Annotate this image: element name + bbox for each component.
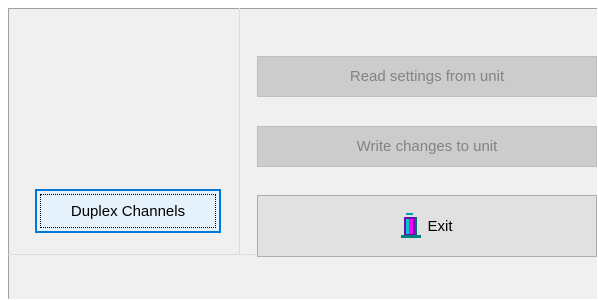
write-changes-label: Write changes to unit bbox=[356, 138, 498, 155]
exit-button[interactable]: Exit bbox=[257, 195, 597, 257]
read-settings-label: Read settings from unit bbox=[349, 68, 505, 85]
write-changes-button[interactable]: Write changes to unit bbox=[257, 126, 597, 167]
read-settings-button[interactable]: Read settings from unit bbox=[257, 56, 597, 97]
exit-label: Exit bbox=[427, 217, 453, 235]
exit-door-icon bbox=[401, 213, 422, 239]
duplex-channels-label: Duplex Channels bbox=[70, 202, 186, 220]
duplex-channels-button[interactable]: Duplex Channels bbox=[35, 189, 221, 233]
